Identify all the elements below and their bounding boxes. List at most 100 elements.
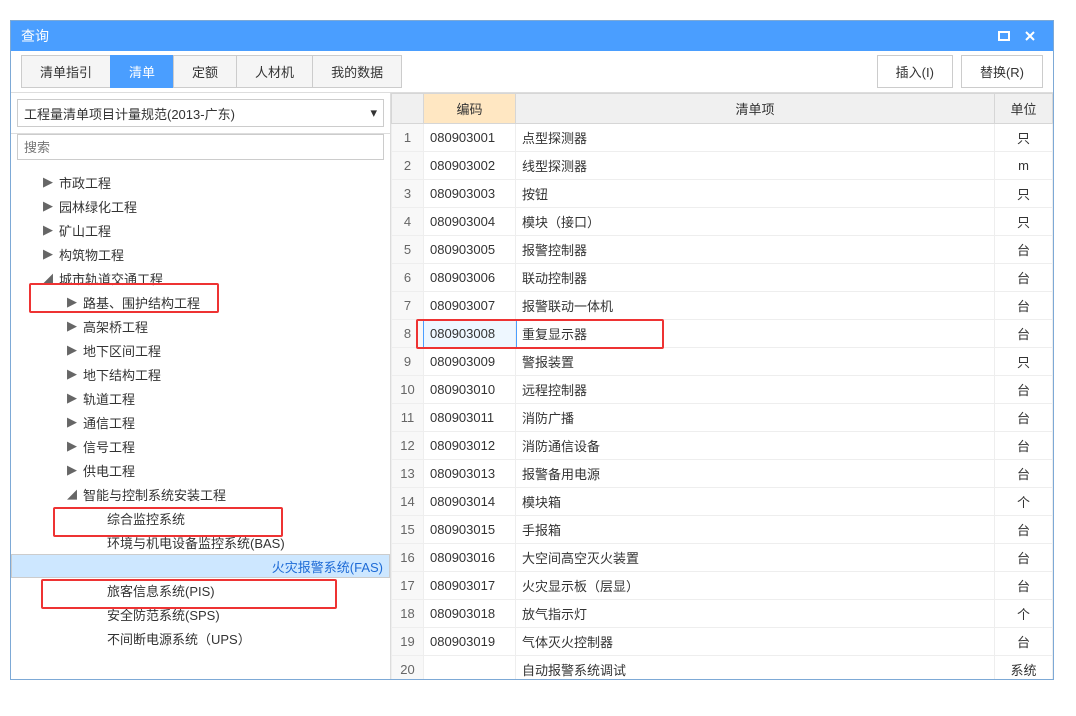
cell-unit[interactable]: 台 [995,236,1053,264]
cell-code[interactable]: 080903017 [424,572,516,600]
table-row[interactable]: 16080903016大空间高空灭火装置台 [392,544,1053,572]
cell-item[interactable]: 放气指示灯 [516,600,995,628]
cell-unit[interactable]: 个 [995,488,1053,516]
cell-unit[interactable]: 只 [995,124,1053,152]
cell-unit[interactable]: 台 [995,572,1053,600]
tree-item[interactable]: ▶通信工程 [11,410,390,434]
col-unit[interactable]: 单位 [995,94,1053,124]
cell-unit[interactable]: 系统 [995,656,1053,680]
table-row[interactable]: 17080903017火灾显示板（层显）台 [392,572,1053,600]
cell-code[interactable]: 080903015 [424,516,516,544]
cell-code[interactable]: 080903001 [424,124,516,152]
tree-item[interactable]: 不间断电源系统（UPS） [11,626,390,650]
cell-unit[interactable]: 台 [995,404,1053,432]
cell-unit[interactable]: 台 [995,320,1053,348]
table-row[interactable]: 12080903012消防通信设备台 [392,432,1053,460]
cell-code[interactable]: 080903009 [424,348,516,376]
table-row[interactable]: 4080903004模块（接口）只 [392,208,1053,236]
tree-item[interactable]: ▶高架桥工程 [11,314,390,338]
tab-1[interactable]: 清单 [110,55,174,88]
cell-code[interactable]: 080903018 [424,600,516,628]
cell-item[interactable]: 报警联动一体机 [516,292,995,320]
table-row[interactable]: 9080903009警报装置只 [392,348,1053,376]
cell-code[interactable]: 080903014 [424,488,516,516]
cell-code[interactable]: 080903007 [424,292,516,320]
cell-unit[interactable]: 台 [995,264,1053,292]
cell-item[interactable]: 手报箱 [516,516,995,544]
tree-item[interactable]: ▶矿山工程 [11,218,390,242]
table-row[interactable]: 15080903015手报箱台 [392,516,1053,544]
table-row[interactable]: 11080903011消防广播台 [392,404,1053,432]
tree-item[interactable]: ▶构筑物工程 [11,242,390,266]
cell-item[interactable]: 消防通信设备 [516,432,995,460]
table-row[interactable]: 18080903018放气指示灯个 [392,600,1053,628]
table-row[interactable]: 14080903014模块箱个 [392,488,1053,516]
tree-item[interactable]: ▶地下区间工程 [11,338,390,362]
tree-item[interactable]: ◢城市轨道交通工程 [11,266,390,290]
cell-unit[interactable]: 只 [995,208,1053,236]
table-row[interactable]: 3080903003按钮只 [392,180,1053,208]
cell-item[interactable]: 模块箱 [516,488,995,516]
cell-code[interactable]: 080903016 [424,544,516,572]
cell-item[interactable]: 火灾显示板（层显） [516,572,995,600]
cell-unit[interactable]: 台 [995,460,1053,488]
tree-item[interactable]: 安全防范系统(SPS) [11,602,390,626]
minimize-icon[interactable] [991,23,1017,49]
cell-unit[interactable]: 台 [995,544,1053,572]
cell-unit[interactable]: 台 [995,432,1053,460]
col-item[interactable]: 清单项 [516,94,995,124]
tree-item[interactable]: ▶地下结构工程 [11,362,390,386]
insert-button[interactable]: 插入(I) [877,55,953,88]
cell-unit[interactable]: 台 [995,516,1053,544]
tab-4[interactable]: 我的数据 [312,55,402,88]
table-row[interactable]: 8080903008重复显示器台 [392,320,1053,348]
table-row[interactable]: 6080903006联动控制器台 [392,264,1053,292]
tree-item[interactable]: 火灾报警系统(FAS) [11,554,390,578]
cell-code[interactable]: 080903004 [424,208,516,236]
table-row[interactable]: 20自动报警系统调试系统 [392,656,1053,680]
cell-code[interactable]: 080903013 [424,460,516,488]
tree-item[interactable]: ▶市政工程 [11,170,390,194]
tree-item[interactable]: 综合监控系统 [11,506,390,530]
cell-item[interactable]: 报警控制器 [516,236,995,264]
cell-code[interactable]: 080903002 [424,152,516,180]
cell-item[interactable]: 气体灭火控制器 [516,628,995,656]
tree-item[interactable]: ▶路基、围护结构工程 [11,290,390,314]
cell-unit[interactable]: 个 [995,600,1053,628]
table-row[interactable]: 2080903002线型探测器m [392,152,1053,180]
table-row[interactable]: 7080903007报警联动一体机台 [392,292,1053,320]
cell-item[interactable]: 自动报警系统调试 [516,656,995,680]
cell-item[interactable]: 警报装置 [516,348,995,376]
cell-unit[interactable]: 台 [995,628,1053,656]
tree-item[interactable]: ◢智能与控制系统安装工程 [11,482,390,506]
table-row[interactable]: 1080903001点型探测器只 [392,124,1053,152]
replace-button[interactable]: 替换(R) [961,55,1043,88]
cell-item[interactable]: 模块（接口） [516,208,995,236]
cell-unit[interactable]: 只 [995,348,1053,376]
close-icon[interactable] [1017,23,1043,49]
cell-item[interactable]: 点型探测器 [516,124,995,152]
cell-item[interactable]: 线型探测器 [516,152,995,180]
cell-code[interactable]: 080903010 [424,376,516,404]
tree-item[interactable]: ▶信号工程 [11,434,390,458]
tree-item[interactable]: 旅客信息系统(PIS) [11,578,390,602]
table-row[interactable]: 13080903013报警备用电源台 [392,460,1053,488]
search-input[interactable] [17,134,384,160]
cell-unit[interactable]: 台 [995,376,1053,404]
spec-selector[interactable]: 工程量清单项目计量规范(2013-广东) ▾ [17,99,384,127]
tree-item[interactable]: 环境与机电设备监控系统(BAS) [11,530,390,554]
table-row[interactable]: 5080903005报警控制器台 [392,236,1053,264]
cell-item[interactable]: 远程控制器 [516,376,995,404]
cell-unit[interactable]: 只 [995,180,1053,208]
cell-code[interactable]: 080903005 [424,236,516,264]
category-tree[interactable]: ▶市政工程▶园林绿化工程▶矿山工程▶构筑物工程◢城市轨道交通工程▶路基、围护结构… [11,166,390,679]
table-row[interactable]: 19080903019气体灭火控制器台 [392,628,1053,656]
table-row[interactable]: 10080903010远程控制器台 [392,376,1053,404]
tree-item[interactable]: ▶供电工程 [11,458,390,482]
tree-item[interactable]: ▶轨道工程 [11,386,390,410]
cell-code[interactable]: 080903012 [424,432,516,460]
cell-code[interactable]: 080903008 [424,320,516,348]
cell-code[interactable]: 080903003 [424,180,516,208]
cell-code[interactable]: 080903011 [424,404,516,432]
tab-3[interactable]: 人材机 [236,55,313,88]
